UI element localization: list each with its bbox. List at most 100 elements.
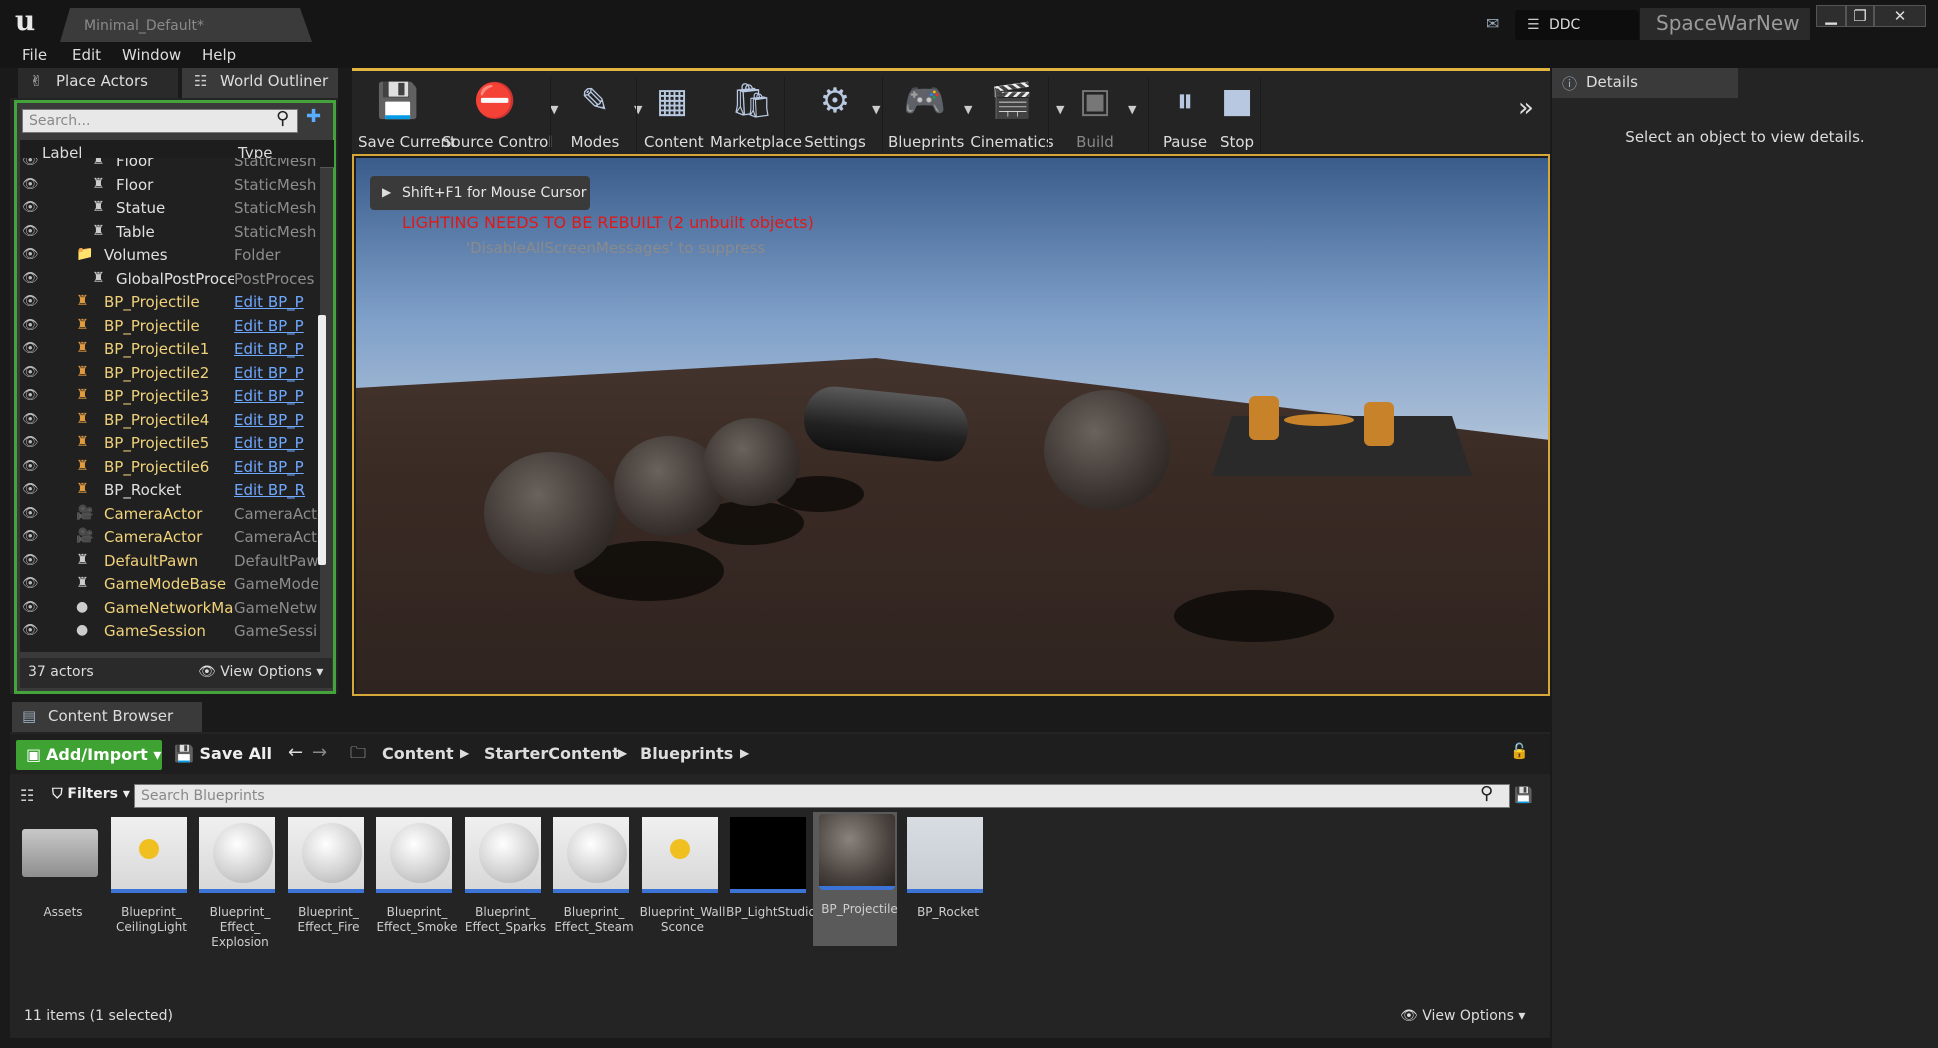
toolbar-overflow-icon[interactable]: » xyxy=(1518,93,1534,123)
visibility-eye-icon[interactable]: 👁 xyxy=(22,459,39,474)
edit-blueprint-link[interactable]: Edit BP_P xyxy=(234,458,318,476)
notification-icon[interactable]: ✉ xyxy=(1486,14,1508,34)
asset-tile[interactable]: BP_LightStudio xyxy=(724,815,816,945)
unreal-logo-icon[interactable]: u xyxy=(8,4,42,38)
tab-world-outliner[interactable]: ☷ World Outliner xyxy=(182,68,338,98)
visibility-eye-icon[interactable]: 👁 xyxy=(22,506,39,521)
back-arrow-icon[interactable]: ← xyxy=(288,742,303,763)
visibility-eye-icon[interactable]: 👁 xyxy=(22,318,39,333)
outliner-row[interactable]: 👁 ♜ Table StaticMesh xyxy=(20,221,320,244)
outliner-row[interactable]: 👁 🎥 CameraActor CameraActo xyxy=(20,526,320,549)
asset-tile[interactable]: Blueprint_ CeilingLight xyxy=(105,815,189,945)
close-button[interactable]: ✕ xyxy=(1874,5,1926,27)
level-viewport[interactable] xyxy=(352,154,1550,696)
visibility-eye-icon[interactable]: 👁 xyxy=(22,576,39,591)
asset-tile[interactable]: Blueprint_Wall Sconce xyxy=(636,815,725,945)
outliner-scrollbar[interactable] xyxy=(318,315,326,565)
menu-window[interactable]: Window xyxy=(122,46,181,64)
outliner-search-input[interactable]: Search... xyxy=(22,109,298,133)
visibility-eye-icon[interactable]: 👁 xyxy=(22,600,39,615)
visibility-eye-icon[interactable]: 👁 xyxy=(22,271,39,286)
menu-file[interactable]: File xyxy=(22,46,47,64)
minimize-button[interactable]: ▁ xyxy=(1816,5,1846,27)
tab-details[interactable]: ⓘ Details xyxy=(1552,68,1738,98)
outliner-row[interactable]: 👁 ♜ Statue StaticMesh xyxy=(20,197,320,220)
outliner-row[interactable]: 👁 ♜ BP_Projectile4 Edit BP_P xyxy=(20,409,320,432)
breadcrumb-blueprints[interactable]: Blueprints xyxy=(640,744,733,763)
outliner-row[interactable]: 👁 ● GameSession GameSessi xyxy=(20,620,320,643)
outliner-row[interactable]: 👁 ♜ Floor StaticMesh xyxy=(20,158,320,173)
outliner-row[interactable]: 👁 ♜ BP_Rocket Edit BP_R xyxy=(20,479,320,502)
forward-arrow-icon[interactable]: → xyxy=(312,742,327,763)
outliner-row[interactable]: 👁 ♜ GameModeBase GameMode xyxy=(20,573,320,596)
breadcrumb-separator-icon[interactable]: ▶ xyxy=(618,746,627,760)
save-current-button[interactable]: 💾 Save Current xyxy=(358,75,456,155)
pause-button[interactable]: ⏸ Pause xyxy=(1162,75,1208,155)
edit-blueprint-link[interactable]: Edit BP_P xyxy=(234,293,318,311)
edit-blueprint-link[interactable]: Edit BP_P xyxy=(234,364,318,382)
edit-blueprint-link[interactable]: Edit BP_R xyxy=(234,481,318,499)
ddc-button[interactable]: ☰ DDC xyxy=(1515,10,1639,40)
visibility-eye-icon[interactable]: 👁 xyxy=(22,224,39,239)
asset-tile[interactable]: Blueprint_ Effect_Sparks xyxy=(459,815,546,945)
outliner-row[interactable]: 👁 ♜ Floor StaticMesh xyxy=(20,174,320,197)
visibility-eye-icon[interactable]: 👁 xyxy=(22,341,39,356)
content-view-options[interactable]: 👁 View Options ▾ xyxy=(1400,1008,1525,1024)
outliner-row[interactable]: 👁 ♜ BP_Projectile2 Edit BP_P xyxy=(20,362,320,385)
breadcrumb-startercontent[interactable]: StarterContent xyxy=(484,744,620,763)
stop-button[interactable]: ■ Stop xyxy=(1214,75,1260,155)
outliner-row[interactable]: 👁 ♜ BP_Projectile1 Edit BP_P xyxy=(20,338,320,361)
tab-content-browser[interactable]: ▤ Content Browser xyxy=(12,702,202,732)
visibility-eye-icon[interactable]: 👁 xyxy=(22,200,39,215)
save-search-icon[interactable]: 💾 xyxy=(1514,786,1533,804)
sources-toggle-icon[interactable]: ☷ xyxy=(20,786,34,805)
outliner-row[interactable]: 👁 ♜ BP_Projectile Edit BP_P xyxy=(20,291,320,314)
search-icon[interactable]: ⚲ xyxy=(1480,783,1493,804)
visibility-eye-icon[interactable]: 👁 xyxy=(22,412,39,427)
outliner-row[interactable]: 👁 ● GameNetworkManaGameNetwo xyxy=(20,597,320,620)
content-search-input[interactable]: Search Blueprints xyxy=(134,784,1510,808)
edit-blueprint-link[interactable]: Edit BP_P xyxy=(234,317,318,335)
build-button[interactable]: ▣ Build xyxy=(1064,75,1126,155)
search-icon[interactable]: ⚲ xyxy=(276,108,289,129)
asset-tile[interactable]: BP_Projectile xyxy=(812,812,898,946)
visibility-eye-icon[interactable]: 👁 xyxy=(22,553,39,568)
marketplace-button[interactable]: 🛍 Marketplace xyxy=(710,75,802,155)
outliner-row[interactable]: 👁 ♜ GlobalPostProce PostProces xyxy=(20,268,320,291)
visibility-eye-icon[interactable]: 👁 xyxy=(22,435,39,450)
modes-button[interactable]: ✎ Modes xyxy=(558,75,632,155)
visibility-eye-icon[interactable]: 👁 xyxy=(22,529,39,544)
outliner-row[interactable]: 👁 📁 Volumes Folder xyxy=(20,244,320,267)
breadcrumb-separator-icon[interactable]: ▶ xyxy=(460,746,469,760)
outliner-row[interactable]: 👁 🎥 CameraActor CameraActo xyxy=(20,503,320,526)
dropdown-arrow-icon[interactable]: ▼ xyxy=(872,103,880,116)
add-import-button[interactable]: ▣ Add/Import ▾ xyxy=(16,740,162,770)
source-control-button[interactable]: ⛔ Source Control xyxy=(442,75,553,155)
settings-button[interactable]: ⚙ Settings xyxy=(800,75,870,155)
menu-help[interactable]: Help xyxy=(202,46,236,64)
lock-icon[interactable]: 🔓 xyxy=(1510,742,1529,760)
outliner-row[interactable]: 👁 ♜ BP_Projectile5 Edit BP_P xyxy=(20,432,320,455)
visibility-eye-icon[interactable]: 👁 xyxy=(22,388,39,403)
filters-button[interactable]: ⛉ Filters ▾ xyxy=(52,786,130,802)
visibility-eye-icon[interactable]: 👁 xyxy=(22,247,39,262)
asset-tile[interactable]: Assets xyxy=(16,815,100,945)
asset-tile[interactable]: Blueprint_ Effect_ Explosion xyxy=(193,815,277,949)
level-tab[interactable]: Minimal_Default* xyxy=(60,8,312,42)
edit-blueprint-link[interactable]: Edit BP_P xyxy=(234,411,318,429)
save-all-button[interactable]: 💾 Save All xyxy=(174,744,272,763)
outliner-row[interactable]: 👁 ♜ BP_Projectile6 Edit BP_P xyxy=(20,456,320,479)
visibility-eye-icon[interactable]: 👁 xyxy=(22,482,39,497)
dropdown-arrow-icon[interactable]: ▼ xyxy=(1128,103,1136,116)
edit-blueprint-link[interactable]: Edit BP_P xyxy=(234,434,318,452)
edit-blueprint-link[interactable]: Edit BP_P xyxy=(234,387,318,405)
tab-place-actors[interactable]: ✌ Place Actors xyxy=(18,68,178,98)
outliner-view-options[interactable]: 👁 View Options ▾ xyxy=(198,664,323,680)
outliner-row[interactable]: 👁 ♜ BP_Projectile Edit BP_P xyxy=(20,315,320,338)
outliner-row[interactable]: 👁 ♜ DefaultPawn DefaultPaw xyxy=(20,550,320,573)
visibility-eye-icon[interactable]: 👁 xyxy=(22,623,39,638)
visibility-eye-icon[interactable]: 👁 xyxy=(22,158,39,168)
menu-edit[interactable]: Edit xyxy=(72,46,101,64)
asset-tile[interactable]: Blueprint_ Effect_Fire xyxy=(282,815,366,945)
add-filter-icon[interactable]: ✚ xyxy=(306,106,321,127)
